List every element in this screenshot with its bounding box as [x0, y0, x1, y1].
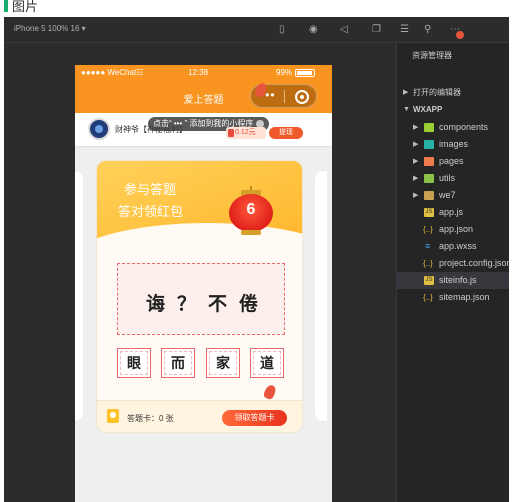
tree-item-app-wxss[interactable]: ≡ app.wxss	[397, 238, 509, 255]
folder-components-icon	[424, 123, 434, 132]
answer-cards-count: 答题卡：0 张	[127, 414, 174, 423]
claim-answer-card-button[interactable]: 领取答题卡	[222, 410, 287, 426]
json-file-icon: {..}	[423, 259, 433, 268]
chevron-right-icon: ▶	[413, 175, 419, 182]
next-card-edge[interactable]	[315, 171, 327, 421]
chevron-right-icon: ▶	[403, 89, 409, 96]
explorer-title: 资源管理器	[412, 51, 452, 60]
section-label: 打开的编辑器	[413, 88, 461, 97]
status-time: 12:38	[188, 68, 209, 77]
battery-icon	[295, 69, 315, 77]
choice-3[interactable]: 家	[206, 348, 240, 378]
card-title-line1: 参与答题	[124, 182, 177, 197]
tree-item-sitemap-json[interactable]: {..} sitemap.json	[397, 289, 509, 306]
withdraw-button[interactable]: 提现	[269, 127, 303, 139]
capsule-divider	[284, 90, 285, 103]
tree-item-we7[interactable]: ▶ we7	[397, 187, 509, 204]
tree-item-utils[interactable]: ▶ utils	[397, 170, 509, 187]
simulator-area: ●●●●● WeChat☷ 12:38 99% 爱上答题 ••• 财神爷【神秘福	[4, 43, 396, 502]
answer-choices: 眼 而 家 道	[117, 348, 287, 378]
choice-2[interactable]: 而	[161, 348, 195, 378]
wxss-file-icon: ≡	[425, 241, 431, 251]
folder-pages-icon	[424, 157, 434, 166]
chevron-right-icon: ▶	[413, 158, 419, 165]
carrier-label: ●●●●● WeChat☷	[81, 68, 144, 77]
js-file-icon: JS	[424, 276, 434, 285]
tree-item-siteinfo-js[interactable]: JS siteinfo.js	[397, 272, 509, 289]
tree-item-app-js[interactable]: JS app.js	[397, 204, 509, 221]
answer-card-icon	[107, 409, 119, 423]
chevron-right-icon: ▶	[413, 192, 419, 199]
record-icon[interactable]: ◉	[309, 23, 318, 37]
status-bar: ●●●●● WeChat☷ 12:38 99%	[75, 65, 332, 81]
choice-1[interactable]: 眼	[117, 348, 151, 378]
chevron-down-icon: ▼	[403, 106, 410, 113]
balance-badge: 0.12元	[226, 127, 266, 139]
prev-card-edge[interactable]	[75, 171, 83, 421]
devtools-window: iPhone 5 100% 16 ▾ ▯ ◉ ◁ ❐ ☰ ⚲ ⋯ ●●●●● W…	[4, 17, 509, 502]
screenshot-root: 图片 iPhone 5 100% 16 ▾ ▯ ◉ ◁ ❐ ☰ ⚲ ⋯ ●●●●…	[0, 0, 513, 502]
user-bar: 财神爷【神秘福利】 点击“ ••• ” 添加到我的小程序 0.12元 提现	[75, 113, 332, 147]
tree-item-app-json[interactable]: {..} app.json	[397, 221, 509, 238]
section-open-editors[interactable]: ▶ 打开的编辑器	[397, 84, 509, 101]
section-label: WXAPP	[413, 105, 443, 114]
json-file-icon: {..}	[423, 293, 433, 302]
sound-icon[interactable]: ◁	[340, 23, 348, 37]
caption-text: 图片	[12, 0, 39, 14]
device-selector[interactable]: iPhone 5 100% 16 ▾	[14, 24, 86, 33]
simulator-toolbar: iPhone 5 100% 16 ▾ ▯ ◉ ◁ ❐ ☰ ⚲ ⋯	[4, 17, 509, 43]
window-icon[interactable]: ❐	[372, 23, 381, 37]
file-explorer: 资源管理器 ▶ 打开的编辑器 ▼ WXAPP ▶ components ▶ im…	[396, 43, 509, 502]
tree-item-project-config-json[interactable]: {..} project.config.json	[397, 255, 509, 272]
folder-images-icon	[424, 140, 434, 149]
search-icon[interactable]: ⚲	[424, 23, 431, 37]
js-file-icon: JS	[424, 208, 434, 217]
avatar[interactable]	[88, 118, 110, 140]
idiom-puzzle: 诲？不倦	[117, 263, 285, 335]
puzzle-text: 诲？不倦	[145, 294, 270, 315]
chevron-right-icon: ▶	[413, 124, 419, 131]
lantern-icon: 6	[227, 186, 275, 242]
tree-item-pages[interactable]: ▶ pages	[397, 153, 509, 170]
battery-percent: 99%	[276, 68, 293, 77]
phone-icon[interactable]: ▯	[279, 23, 285, 37]
lantern-number: 6	[246, 201, 256, 218]
feather-decoration	[262, 383, 278, 401]
tree-item-images[interactable]: ▶ images	[397, 136, 509, 153]
choice-4[interactable]: 道	[250, 348, 284, 378]
phone-screen: ●●●●● WeChat☷ 12:38 99% 爱上答题 ••• 财神爷【神秘福	[75, 65, 332, 502]
chevron-right-icon: ▶	[413, 141, 419, 148]
card-footer: 答题卡：0 张 领取答题卡	[97, 400, 302, 432]
caption-accent-bar	[4, 0, 8, 12]
card-title-line2: 答对领红包	[118, 204, 184, 219]
list-icon[interactable]: ☰	[400, 23, 409, 37]
tree-item-components[interactable]: ▶ components	[397, 119, 509, 136]
section-wxapp[interactable]: ▼ WXAPP	[397, 101, 509, 118]
nav-bar: 爱上答题 •••	[75, 81, 332, 113]
json-file-icon: {..}	[423, 225, 433, 234]
close-target-icon[interactable]	[295, 90, 309, 104]
quiz-card: 参与答题 答对领红包 6 诲？不倦 眼 而 家 道 答题卡：0 张 领取答题卡	[96, 160, 303, 433]
folder-icon	[424, 191, 434, 200]
folder-utils-icon	[424, 174, 434, 183]
